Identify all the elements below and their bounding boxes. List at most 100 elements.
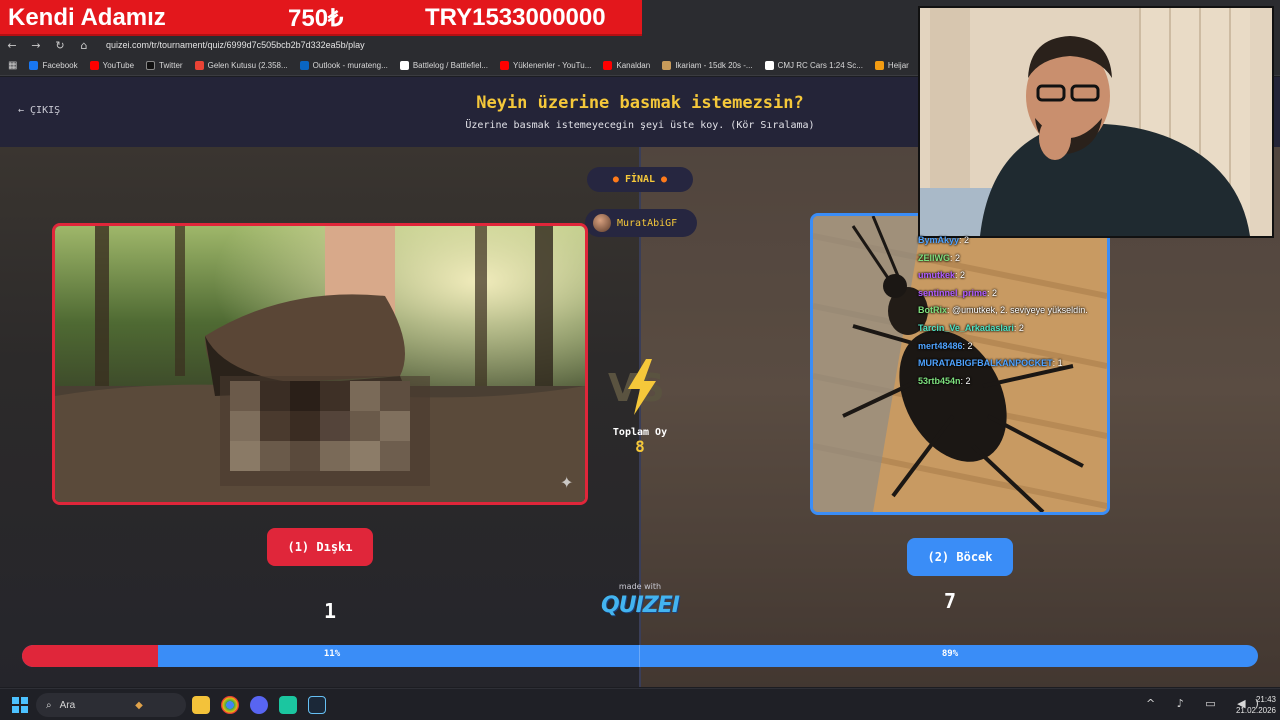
- youtube-icon: [89, 61, 99, 70]
- bookmark-youtube[interactable]: YouTube: [89, 61, 134, 70]
- chat-username[interactable]: mert48486: [918, 341, 963, 351]
- clock-date: 21.02.2026: [1235, 706, 1276, 715]
- option-left-percent: 11%: [323, 649, 341, 659]
- chat-username[interactable]: ZEllWG: [918, 253, 950, 263]
- home-icon[interactable]: ⌂: [72, 39, 96, 52]
- discord-icon[interactable]: [250, 696, 268, 714]
- apps-grid-icon[interactable]: ▦: [8, 60, 17, 71]
- svg-text:✦: ✦: [560, 473, 573, 492]
- bookmark-cmj[interactable]: CMJ RC Cars 1:24 Sc...: [764, 61, 863, 70]
- url-text[interactable]: quizei.com/tr/tournament/quiz/6999d7c505…: [106, 40, 365, 50]
- option-right-button[interactable]: (2) Böcek: [907, 538, 1013, 576]
- chrome-icon[interactable]: [221, 696, 239, 714]
- total-votes-value: 8: [635, 437, 645, 456]
- chat-username[interactable]: umutkek: [918, 270, 955, 280]
- clock[interactable]: 21:43 21.02.2026: [1224, 694, 1276, 716]
- webcam-overlay: [918, 6, 1274, 238]
- donor-name: Kendi Adamız: [8, 4, 166, 31]
- bookmark-battlelog[interactable]: Battlelog / Battlefiel...: [399, 61, 488, 70]
- chat-message: umutkek: 2: [918, 267, 1118, 285]
- quiz-title: Neyin üzerine basmak istemezsin?: [476, 93, 804, 113]
- bookmark-ikariam[interactable]: Ikariam - 15dk 20s -...: [662, 61, 753, 70]
- option-left-button[interactable]: (1) Dışkı: [267, 528, 373, 566]
- taskbar-search[interactable]: ⌕ Ara ◆: [36, 693, 186, 717]
- chat-message: BotRix: @umutkek, 2. seviyeye yükseldin.: [918, 302, 1118, 320]
- twitter-icon: [146, 61, 156, 70]
- windows-start-icon[interactable]: [12, 697, 28, 713]
- chat-username[interactable]: 53rtb454n: [918, 376, 961, 386]
- option-left-votes: 1: [323, 599, 337, 623]
- chat-text: : 2: [987, 287, 998, 298]
- chat-text: : 2: [962, 340, 973, 351]
- search-icon: ⌕: [46, 699, 52, 711]
- amazon-icon: [764, 61, 774, 70]
- chat-text: : 1: [1052, 358, 1063, 369]
- quiz-subtitle: Üzerine basmak istemeyecegin şeyi üste k…: [465, 120, 815, 131]
- quizei-logo[interactable]: QUIZEI: [590, 593, 690, 618]
- progress-left-fill: [22, 645, 158, 667]
- chat-username[interactable]: sentinnel_prime: [918, 288, 987, 298]
- chat-message: MURATABIGFBALKANPOCKET: 1: [918, 355, 1118, 373]
- fire-icon: ●: [661, 174, 668, 185]
- windows-taskbar: ⌕ Ara ◆ ^ ♪ ▭ ◀) 21:43 21.02.2026: [0, 688, 1280, 720]
- made-with-label: made with: [618, 582, 662, 591]
- bookmark-facebook[interactable]: Facebook: [29, 61, 78, 70]
- chat-message: Tarcin_Ve_Arkadaslari: 2: [918, 320, 1118, 338]
- screen: ← → ↻ ⌂ quizei.com/tr/tournament/quiz/69…: [0, 0, 1280, 720]
- exit-label: ÇIKIŞ: [30, 105, 61, 116]
- streamer-webcam-image: [920, 8, 1272, 236]
- exit-button[interactable]: ← ÇIKIŞ: [18, 105, 60, 116]
- option-left-image-card[interactable]: ✦: [52, 223, 588, 505]
- user-name: MuratAbiGF: [617, 217, 678, 229]
- back-icon[interactable]: ←: [0, 39, 24, 52]
- stream-chat: BymAkyy: 2 ZEllWG: 2 umutkek: 2 sentinnel_p…: [918, 232, 1118, 408]
- chat-username[interactable]: BymAkyy: [918, 235, 959, 245]
- gmail-icon: [194, 61, 204, 70]
- user-badge: MuratAbiGF: [585, 209, 697, 237]
- donation-amount: 750₺: [288, 5, 344, 32]
- chat-username[interactable]: Tarcin_Ve_Arkadaslari: [918, 323, 1014, 333]
- clock-time: 21:43: [1255, 695, 1276, 704]
- chat-message: ZEllWG: 2: [918, 250, 1118, 268]
- donation-banner: Kendi Adamız 750₺ TRY1533000000: [0, 0, 642, 36]
- chat-text: : 2: [1013, 322, 1024, 333]
- ikariam-icon: [662, 61, 672, 70]
- bookmark-kanaldan[interactable]: Kanaldan: [603, 61, 650, 70]
- donation-total: TRY1533000000: [425, 4, 606, 31]
- chat-text: : 2: [960, 375, 971, 386]
- outlook-icon: [299, 61, 309, 70]
- chat-message: sentinnel_prime: 2: [918, 285, 1118, 303]
- search-placeholder: Ara: [59, 699, 76, 711]
- chat-username[interactable]: BotRix: [918, 305, 947, 315]
- shoe-step-image: ✦: [55, 226, 585, 502]
- chat-text: : 2: [959, 235, 970, 245]
- vs-lightning-icon: VS: [608, 359, 665, 415]
- chat-message: 53rtb454n: 2: [918, 373, 1118, 391]
- progress-center-mark: [639, 645, 640, 667]
- forward-icon[interactable]: →: [24, 39, 48, 52]
- option-right-votes: 7: [943, 589, 957, 613]
- bookmark-yuklenenler[interactable]: Yüklenenler - YouTu...: [499, 61, 591, 70]
- steam-icon[interactable]: [308, 696, 326, 714]
- chat-text: : 2: [955, 270, 966, 281]
- fire-icon: ●: [612, 174, 619, 185]
- chat-message: mert48486: 2: [918, 338, 1118, 356]
- chat-text: : 2: [950, 252, 961, 263]
- bookmark-twitter[interactable]: Twitter: [146, 61, 183, 70]
- reload-icon[interactable]: ↻: [48, 39, 72, 52]
- app-icon[interactable]: [279, 696, 297, 714]
- battlelog-icon: [399, 61, 409, 70]
- youtube-icon: [499, 61, 509, 70]
- round-label: FİNAL: [624, 174, 656, 185]
- bookmark-gmail[interactable]: Gelen Kutusu (2.358...: [194, 61, 288, 70]
- avatar: [593, 214, 611, 232]
- bookmark-icon: [874, 61, 884, 70]
- bookmark-heijar[interactable]: Heijar: [874, 61, 909, 70]
- bookmark-outlook[interactable]: Outlook - murateng...: [299, 61, 388, 70]
- vote-progress-bar: 11% 89%: [22, 645, 1258, 667]
- file-explorer-icon[interactable]: [192, 696, 210, 714]
- chat-message: BymAkyy: 2: [918, 232, 1118, 250]
- chat-username[interactable]: MURATABIGFBALKANPOCKET: [918, 358, 1053, 368]
- arrow-left-icon: ←: [18, 105, 25, 116]
- facebook-icon: [29, 61, 39, 70]
